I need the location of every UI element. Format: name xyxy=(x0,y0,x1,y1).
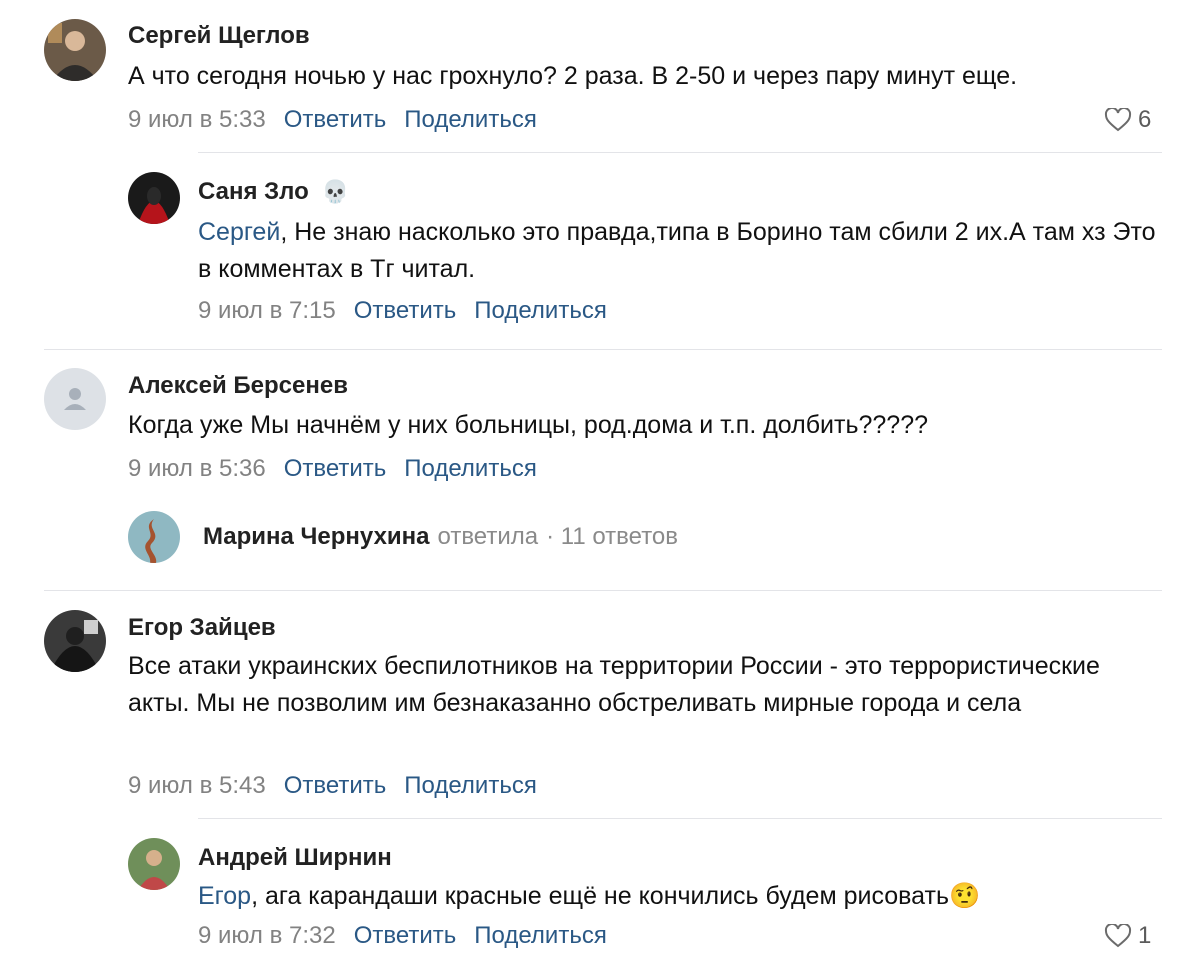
skull-icon: 💀 xyxy=(321,179,349,204)
comment-text: Сергей, Не знаю насколько это правда,тип… xyxy=(198,214,1162,288)
like-count: 6 xyxy=(1138,106,1152,133)
comment-body: , ага карандаши красные ещё не кончились… xyxy=(251,882,949,910)
comment-date[interactable]: 9 июл в 7:15 xyxy=(198,297,336,325)
avatar[interactable] xyxy=(44,368,106,430)
comment-text: А что сегодня ночью у нас грохнуло? 2 ра… xyxy=(128,62,1018,90)
comment-author[interactable]: Алексей Берсенев xyxy=(128,372,348,400)
comment-text: Когда уже Мы начнём у них больницы, род.… xyxy=(128,411,929,439)
comment-text: Егор, ага карандаши красные ещё не кончи… xyxy=(198,878,1162,915)
share-button[interactable]: Поделиться xyxy=(404,772,537,800)
reply-button[interactable]: Ответить xyxy=(284,106,387,134)
comment-date[interactable]: 9 июл в 5:33 xyxy=(128,106,266,134)
reply-author: Марина Чернухина xyxy=(203,523,430,550)
heart-icon xyxy=(1104,924,1132,948)
reply-action: ответила xyxy=(437,523,539,550)
reply-button[interactable]: Ответить xyxy=(354,297,457,325)
avatar[interactable] xyxy=(44,610,106,672)
raised-eyebrow-emoji-icon: 🤨 xyxy=(948,882,981,910)
divider xyxy=(44,590,1162,591)
comment-author[interactable]: Сергей Щеглов xyxy=(128,22,310,50)
divider xyxy=(198,152,1162,153)
share-button[interactable]: Поделиться xyxy=(474,297,607,325)
like-count: 1 xyxy=(1138,922,1152,949)
comment-body: , Не знаю насколько это правда,типа в Бо… xyxy=(198,218,1156,283)
comment-date[interactable]: 9 июл в 7:32 xyxy=(198,922,336,950)
avatar[interactable] xyxy=(128,838,180,890)
reply-count: · 11 ответов xyxy=(546,523,679,550)
like-button[interactable]: 6 xyxy=(1104,106,1151,134)
author-name[interactable]: Саня Зло xyxy=(198,178,309,205)
share-button[interactable]: Поделиться xyxy=(474,922,607,950)
divider xyxy=(44,349,1162,350)
avatar[interactable] xyxy=(128,511,180,563)
comment-author[interactable]: Саня Зло 💀 xyxy=(198,178,349,206)
avatar[interactable] xyxy=(44,19,106,81)
show-replies-link[interactable]: Марина Чернухина ответила · 11 ответов xyxy=(203,523,678,551)
mention-link[interactable]: Сергей xyxy=(198,218,280,246)
reply-button[interactable]: Ответить xyxy=(284,455,387,483)
mention-link[interactable]: Егор xyxy=(198,882,251,910)
share-button[interactable]: Поделиться xyxy=(404,106,537,134)
share-button[interactable]: Поделиться xyxy=(404,455,537,483)
comment-date[interactable]: 9 июл в 5:36 xyxy=(128,455,266,483)
comment-author[interactable]: Андрей Ширнин xyxy=(198,844,392,872)
comment-text: Все атаки украинских беспилотников на те… xyxy=(128,652,1100,717)
reply-button[interactable]: Ответить xyxy=(284,772,387,800)
reply-button[interactable]: Ответить xyxy=(354,922,457,950)
comment-author[interactable]: Егор Зайцев xyxy=(128,614,276,642)
divider xyxy=(198,818,1162,819)
heart-icon xyxy=(1104,108,1132,132)
avatar[interactable] xyxy=(128,172,180,224)
comment-date[interactable]: 9 июл в 5:43 xyxy=(128,772,266,800)
like-button[interactable]: 1 xyxy=(1104,922,1151,950)
